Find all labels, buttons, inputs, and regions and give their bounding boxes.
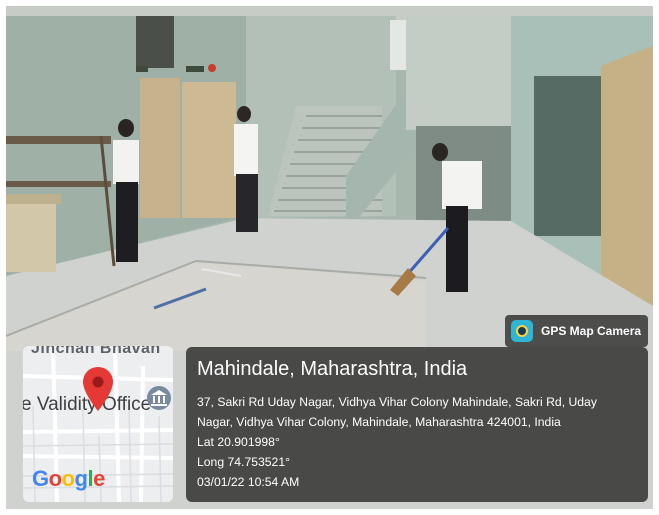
bank-icon [147,386,171,410]
location-title: Mahindale, Maharashtra, India [197,358,468,380]
address-line-2: Nagar, Vidhya Vihar Colony, Mahindale, M… [197,415,561,429]
address-line-1: 37, Sakri Rd Uday Nagar, Vidhya Vihar Co… [197,395,597,409]
gps-map-camera-badge: GPS Map Camera [505,315,648,347]
location-map-thumbnail[interactable]: Jinchan Bhavan e Validity Office Google [23,346,173,502]
google-logo: Google [32,466,105,491]
map-place-label: Jinchan Bhavan [31,346,161,357]
longitude: Long 74.753521° [197,455,290,469]
badge-label: GPS Map Camera [541,324,642,338]
location-info-panel: Mahindale, Maharashtra, India 37, Sakri … [186,347,648,502]
camera-lens-icon [511,320,533,342]
latitude: Lat 20.901998° [197,435,280,449]
timestamp: 03/01/22 10:54 AM [197,475,300,489]
